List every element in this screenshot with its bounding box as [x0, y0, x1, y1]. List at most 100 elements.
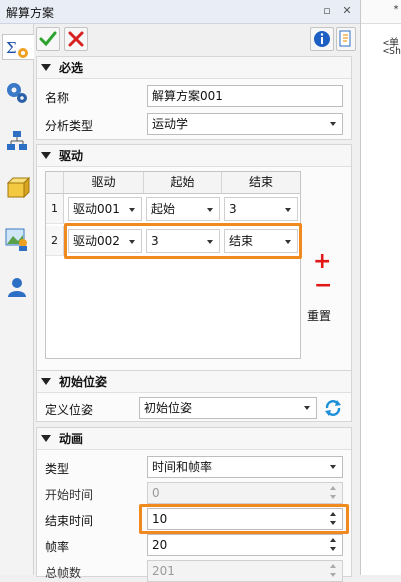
cancel-button[interactable] [64, 27, 88, 51]
chevron-down-icon [207, 208, 213, 212]
end-time-value: 10 [152, 512, 168, 526]
required-section-header[interactable]: 必选 [37, 57, 351, 79]
dialog-toolbar [34, 24, 360, 54]
column-header-end: 结束 [222, 172, 300, 194]
analysis-type-label: 分析类型 [45, 119, 94, 133]
collapse-triangle-icon [41, 64, 51, 71]
drive-select[interactable]: 驱动002 [68, 229, 142, 253]
x-icon [68, 31, 84, 47]
start-select[interactable]: 3 [146, 229, 220, 253]
initial-pose-section: 初始位姿 定义位姿 初始位姿 [36, 370, 352, 422]
help-doc-icon [339, 30, 351, 47]
initial-pose-section-header[interactable]: 初始位姿 [37, 371, 351, 393]
end-time-label: 结束时间 [45, 514, 94, 528]
total-frames-value: 201 [152, 564, 175, 578]
confirm-button[interactable] [36, 27, 60, 51]
table-corner [46, 172, 64, 194]
row-index: 1 [46, 194, 64, 224]
spinner-arrows-icon[interactable] [330, 511, 338, 527]
drive-value: 驱动001 [73, 202, 120, 216]
type-label: 类型 [45, 462, 70, 476]
panel-titlebar: 解算方案 ▫ ✕ [0, 0, 360, 24]
end-value: 结束 [229, 234, 254, 248]
row-index: 2 [46, 226, 64, 256]
start-time-value: 0 [152, 486, 160, 500]
required-section-title: 必选 [59, 61, 84, 75]
drive-select[interactable]: 驱动001 [68, 197, 142, 221]
user-icon[interactable] [4, 274, 30, 300]
chevron-down-icon [129, 240, 135, 244]
frame-rate-label: 帧率 [45, 540, 70, 554]
define-pose-value: 初始位姿 [144, 401, 193, 415]
box-icon[interactable] [4, 176, 31, 202]
code-line-2: <Sh [383, 46, 401, 57]
solver-form: 必选 名称 解算方案001 分析类型 运动学 驱动 驱动 起始 结束 1 驱动0… [34, 24, 360, 582]
drive-table: 驱动 起始 结束 1 驱动001 起始 3 2 驱动002 3 结束 [45, 171, 302, 359]
chevron-down-icon [285, 208, 291, 212]
remove-row-button[interactable]: − [314, 275, 332, 297]
editor-panel: * <单 <Sh [360, 0, 401, 575]
animation-section-title: 动画 [59, 432, 84, 446]
animation-section-header[interactable]: 动画 [37, 428, 351, 450]
chevron-down-icon [285, 240, 291, 244]
initial-pose-section-title: 初始位姿 [59, 375, 108, 389]
drive-section-header[interactable]: 驱动 [37, 145, 351, 167]
pin-icon[interactable]: ▫ [320, 4, 334, 18]
animation-type-value: 时间和帧率 [152, 460, 213, 474]
spinner-arrows-icon [330, 485, 338, 501]
check-icon [39, 31, 57, 47]
left-toolbar: Σ [0, 24, 34, 575]
end-value: 3 [229, 202, 237, 216]
gears-icon[interactable] [4, 80, 30, 106]
image-person-icon[interactable] [4, 226, 30, 252]
refresh-icon [325, 400, 341, 416]
name-input[interactable]: 解算方案001 [147, 85, 343, 107]
add-row-button[interactable]: + [313, 251, 331, 273]
animation-section: 动画 类型 时间和帧率 开始时间 0 结束时间 10 帧率 20 总帧数 201 [36, 427, 352, 582]
total-frames-input: 201 [147, 560, 343, 582]
end-time-input[interactable]: 10 [147, 508, 343, 530]
collapse-triangle-icon [41, 152, 51, 159]
chevron-down-icon [129, 208, 135, 212]
start-time-input: 0 [147, 482, 343, 504]
analysis-type-value: 运动学 [152, 117, 189, 131]
start-time-label: 开始时间 [45, 488, 94, 502]
help-button[interactable] [336, 27, 356, 51]
chevron-down-icon [304, 406, 310, 410]
frame-rate-input[interactable]: 20 [147, 534, 343, 556]
info-icon [314, 31, 330, 47]
collapse-triangle-icon [41, 378, 51, 385]
animation-type-select[interactable]: 时间和帧率 [147, 456, 343, 478]
start-value: 起始 [151, 202, 176, 216]
start-select[interactable]: 起始 [146, 197, 220, 221]
panel-title: 解算方案 [6, 6, 55, 20]
chevron-down-icon [330, 465, 336, 469]
define-pose-select[interactable]: 初始位姿 [139, 397, 317, 419]
spinner-arrows-icon [330, 563, 338, 579]
end-select[interactable]: 3 [224, 197, 298, 221]
solver-sum-icon[interactable]: Σ [2, 34, 34, 60]
drive-section-title: 驱动 [59, 149, 84, 163]
refresh-button[interactable] [323, 398, 343, 418]
name-label: 名称 [45, 91, 70, 105]
info-button[interactable] [310, 27, 334, 51]
define-pose-label: 定义位姿 [45, 403, 94, 417]
chevron-down-icon [207, 240, 213, 244]
column-header-drive: 驱动 [64, 172, 144, 194]
total-frames-label: 总帧数 [45, 566, 82, 580]
editor-tab[interactable]: * [361, 0, 401, 24]
chevron-down-icon [330, 122, 336, 126]
end-select[interactable]: 结束 [224, 229, 298, 253]
svg-text:Σ: Σ [6, 39, 17, 57]
start-value: 3 [151, 234, 159, 248]
collapse-triangle-icon [41, 435, 51, 442]
unsaved-marker: * [393, 4, 400, 15]
spinner-arrows-icon[interactable] [330, 537, 338, 553]
frame-rate-value: 20 [152, 538, 168, 552]
reset-button[interactable]: 重置 [307, 307, 331, 324]
required-section: 必选 名称 解算方案001 分析类型 运动学 [36, 56, 352, 140]
hierarchy-icon[interactable] [4, 128, 30, 154]
drive-value: 驱动002 [73, 234, 120, 248]
analysis-type-select[interactable]: 运动学 [147, 113, 343, 135]
close-icon[interactable]: ✕ [340, 4, 354, 18]
